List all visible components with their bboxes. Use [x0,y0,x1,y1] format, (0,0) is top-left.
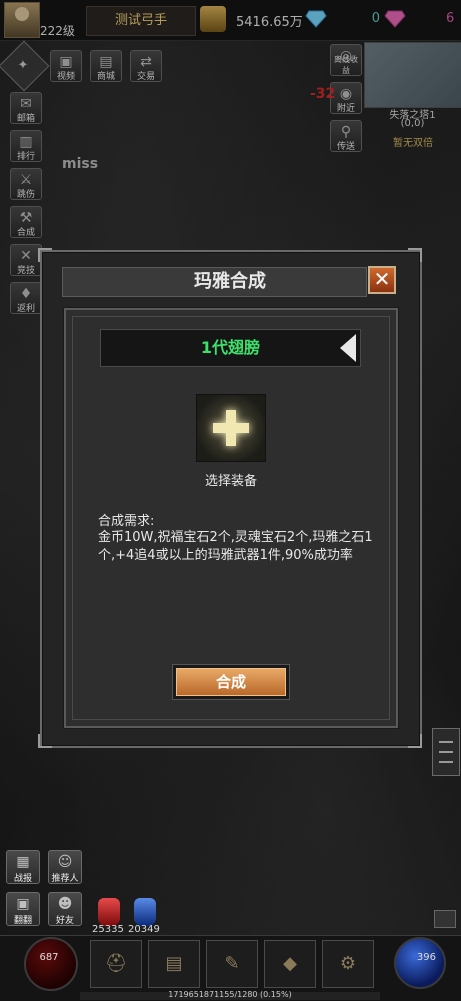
menu-icon-line [439,751,453,753]
diamond-slot[interactable]: ◆ [264,940,316,988]
hp-potion-icon[interactable] [98,898,120,926]
craft-button[interactable]: 合成 [176,668,286,696]
chest-slot[interactable]: ▤ [148,940,200,988]
referrer-button[interactable]: ☺ 推荐人 [48,850,82,884]
expand-up-button[interactable] [434,910,456,928]
mp-value: 396 [416,952,436,963]
mp-orb [394,937,446,989]
side-menu-toggle[interactable] [432,728,460,776]
hp-potion-count: 25335 [92,924,124,935]
corner-ornament [38,248,52,262]
flip-button[interactable]: ▣ 翻翻 [6,892,40,926]
exp-text: 1719651871155/1280 (0.15%) [168,990,292,999]
corner-ornament [408,734,422,748]
hp-value: 687 [39,952,59,963]
friend-label: 好友 [55,916,74,926]
helmet-icon: ⛑ [104,953,128,974]
chest-icon: ▤ [165,953,183,974]
flip-icon: ▣ [16,896,30,912]
flip-label: 翻翻 [13,916,32,926]
corner-ornament [408,248,422,262]
battle-report-button[interactable]: ▦ 战报 [6,850,40,884]
friend-button[interactable]: ☻ 好友 [48,892,82,926]
mp-potion-icon[interactable] [134,898,156,926]
mp-potion-count: 20349 [128,924,160,935]
helmet-slot[interactable]: ⛑ [90,940,142,988]
requirement-title: 合成需求: [98,514,155,529]
battle-report-icon: ▦ [16,854,30,870]
select-equipment-label: 选择装备 [204,474,257,489]
dialog-title: 玛雅合成 [194,271,266,292]
scroll-slot[interactable]: ✎ [206,940,258,988]
dropdown-arrow-icon[interactable] [340,334,356,362]
item-select-dropdown[interactable]: 1代翅膀 [100,329,361,367]
hp-orb [24,937,78,991]
friend-icon: ☻ [57,896,73,912]
plus-icon-bar [213,423,249,433]
close-button[interactable]: ✕ [368,266,396,294]
menu-icon-line [439,761,453,763]
diamond-tile-icon: ◆ [283,953,297,974]
scroll-icon: ✎ [224,953,240,974]
gear-slot[interactable]: ⚙ [322,940,374,988]
menu-icon [439,741,453,743]
referrer-icon: ☺ [57,854,73,870]
referrer-label: 推荐人 [51,874,79,884]
gear-icon: ⚙ [339,953,357,974]
requirement-text: 金币10W,祝福宝石2个,灵魂宝石2个,玛雅之石1个,+4追4或以上的玛雅武器1… [98,530,373,563]
battle-report-label: 战报 [13,874,32,884]
corner-ornament [38,734,52,748]
